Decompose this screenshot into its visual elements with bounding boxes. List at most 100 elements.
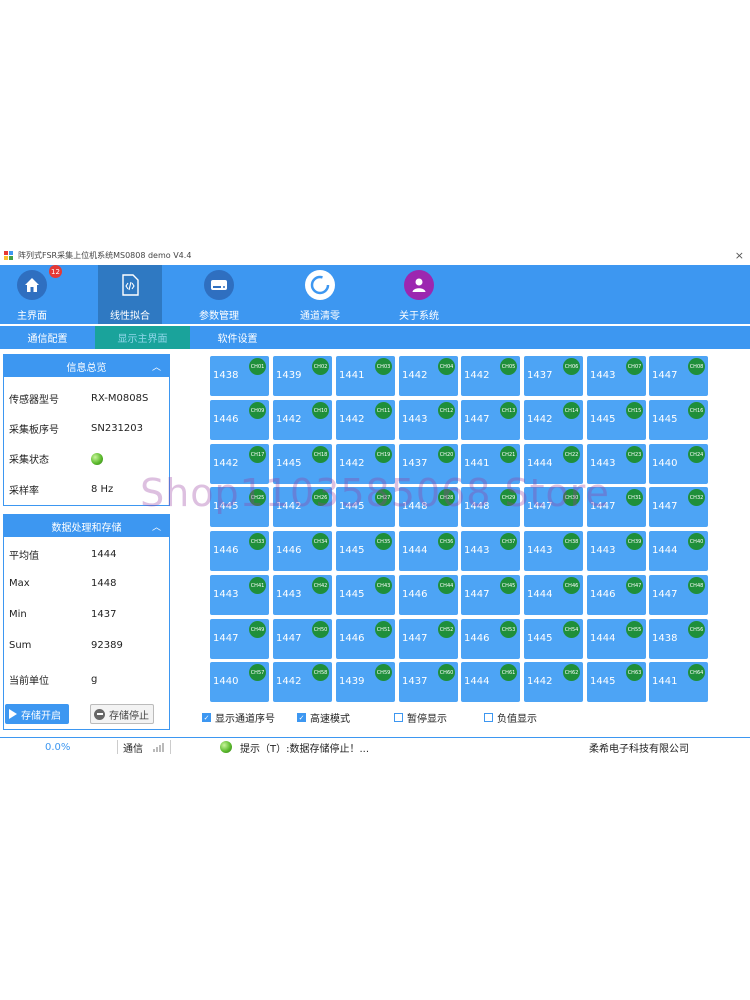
- channel-cell[interactable]: 1448 CH28: [399, 487, 458, 527]
- channel-cell[interactable]: 1442 CH11: [336, 400, 395, 440]
- channel-cell[interactable]: 1441 CH64: [649, 662, 708, 702]
- collapse-icon[interactable]: ︿: [152, 360, 161, 373]
- channel-cell[interactable]: 1441 CH21: [461, 444, 520, 484]
- channel-cell[interactable]: 1447 CH52: [399, 619, 458, 659]
- option-high-speed[interactable]: ✓ 高速模式: [297, 710, 350, 725]
- channel-cell[interactable]: 1446 CH34: [273, 531, 332, 571]
- channel-cell[interactable]: 1443 CH12: [399, 400, 458, 440]
- channel-cell[interactable]: 1445 CH15: [587, 400, 646, 440]
- channel-cell[interactable]: 1446 CH09: [210, 400, 269, 440]
- channel-cell[interactable]: 1448 CH29: [461, 487, 520, 527]
- channel-cell[interactable]: 1445 CH27: [336, 487, 395, 527]
- channel-cell[interactable]: 1445 CH25: [210, 487, 269, 527]
- channel-cell[interactable]: 1440 CH24: [649, 444, 708, 484]
- channel-cell[interactable]: 1443 CH42: [273, 575, 332, 615]
- toolbar-linear-fit-button[interactable]: 线性拟合: [98, 265, 162, 324]
- channel-index-badge: CH31: [626, 489, 643, 506]
- channel-cell[interactable]: 1443 CH41: [210, 575, 269, 615]
- company-name: 柔希电子科技有限公司: [589, 743, 689, 755]
- channel-cell[interactable]: 1440 CH57: [210, 662, 269, 702]
- channel-cell[interactable]: 1442 CH26: [273, 487, 332, 527]
- channel-cell[interactable]: 1441 CH03: [336, 356, 395, 396]
- channel-cell[interactable]: 1445 CH18: [273, 444, 332, 484]
- channel-cell[interactable]: 1442 CH62: [524, 662, 583, 702]
- channel-cell[interactable]: 1442 CH58: [273, 662, 332, 702]
- channel-cell[interactable]: 1446 CH44: [399, 575, 458, 615]
- channel-value: 1442: [527, 676, 553, 687]
- channel-cell[interactable]: 1438 CH01: [210, 356, 269, 396]
- app-logo-icon: [4, 251, 14, 260]
- channel-cell[interactable]: 1442 CH19: [336, 444, 395, 484]
- tab-software-settings[interactable]: 软件设置: [190, 326, 285, 349]
- toolbar-zero-button[interactable]: 通道清零: [288, 265, 352, 324]
- close-icon[interactable]: ×: [735, 249, 744, 262]
- tab-comm-config[interactable]: 通信配置: [0, 326, 95, 349]
- channel-cell[interactable]: 1437 CH20: [399, 444, 458, 484]
- channel-cell[interactable]: 1443 CH37: [461, 531, 520, 571]
- channel-index-badge: CH12: [438, 402, 455, 419]
- tab-main-display[interactable]: 显示主界面: [95, 326, 190, 349]
- info-panel-header[interactable]: 信息总览 ︿: [4, 355, 169, 377]
- channel-cell[interactable]: 1439 CH02: [273, 356, 332, 396]
- home-icon: [17, 270, 47, 300]
- channel-cell[interactable]: 1446 CH53: [461, 619, 520, 659]
- channel-value: 1445: [527, 633, 553, 644]
- channel-cell[interactable]: 1444 CH22: [524, 444, 583, 484]
- channel-cell[interactable]: 1442 CH14: [524, 400, 583, 440]
- checkbox-checked-icon[interactable]: ✓: [297, 713, 306, 722]
- channel-value: 1447: [402, 633, 428, 644]
- channel-index-badge: CH08: [688, 358, 705, 375]
- channel-value: 1443: [527, 545, 553, 556]
- collapse-icon[interactable]: ︿: [152, 520, 161, 533]
- data-panel-header[interactable]: 数据处理和存储 ︿: [4, 515, 169, 537]
- option-show-channel-index[interactable]: ✓ 显示通道序号: [202, 710, 275, 725]
- channel-cell[interactable]: 1446 CH47: [587, 575, 646, 615]
- checkbox-checked-icon[interactable]: ✓: [202, 713, 211, 722]
- channel-cell[interactable]: 1445 CH16: [649, 400, 708, 440]
- channel-cell[interactable]: 1447 CH31: [587, 487, 646, 527]
- channel-cell[interactable]: 1445 CH63: [587, 662, 646, 702]
- info-row-board-serial: 采集板序号 SN231203: [9, 421, 143, 436]
- toolbar-params-button[interactable]: 参数管理: [187, 265, 251, 324]
- channel-cell[interactable]: 1445 CH43: [336, 575, 395, 615]
- channel-cell[interactable]: 1447 CH48: [649, 575, 708, 615]
- toolbar-main-button[interactable]: 12 主界面: [0, 265, 64, 324]
- channel-cell[interactable]: 1443 CH23: [587, 444, 646, 484]
- channel-cell[interactable]: 1442 CH10: [273, 400, 332, 440]
- channel-cell[interactable]: 1447 CH49: [210, 619, 269, 659]
- channel-cell[interactable]: 1447 CH50: [273, 619, 332, 659]
- channel-cell[interactable]: 1445 CH35: [336, 531, 395, 571]
- storage-start-button[interactable]: 存储开启: [5, 704, 69, 724]
- checkbox-unchecked-icon[interactable]: [484, 713, 493, 722]
- channel-cell[interactable]: 1443 CH07: [587, 356, 646, 396]
- channel-cell[interactable]: 1443 CH39: [587, 531, 646, 571]
- storage-stop-button[interactable]: 存储停止: [90, 704, 154, 724]
- channel-cell[interactable]: 1442 CH04: [399, 356, 458, 396]
- channel-cell[interactable]: 1446 CH33: [210, 531, 269, 571]
- checkbox-unchecked-icon[interactable]: [394, 713, 403, 722]
- channel-cell[interactable]: 1437 CH06: [524, 356, 583, 396]
- channel-cell[interactable]: 1444 CH40: [649, 531, 708, 571]
- channel-value: 1443: [276, 589, 302, 600]
- option-negative-display[interactable]: 负值显示: [484, 710, 537, 725]
- channel-cell[interactable]: 1442 CH05: [461, 356, 520, 396]
- channel-cell[interactable]: 1445 CH54: [524, 619, 583, 659]
- channel-cell[interactable]: 1447 CH45: [461, 575, 520, 615]
- channel-cell[interactable]: 1439 CH59: [336, 662, 395, 702]
- channel-cell[interactable]: 1444 CH61: [461, 662, 520, 702]
- channel-cell[interactable]: 1444 CH55: [587, 619, 646, 659]
- channel-cell[interactable]: 1438 CH56: [649, 619, 708, 659]
- channel-cell[interactable]: 1447 CH32: [649, 487, 708, 527]
- channel-cell[interactable]: 1444 CH46: [524, 575, 583, 615]
- channel-cell[interactable]: 1442 CH17: [210, 444, 269, 484]
- channel-index-badge: CH54: [563, 621, 580, 638]
- channel-cell[interactable]: 1437 CH60: [399, 662, 458, 702]
- option-pause-display[interactable]: 暂停显示: [394, 710, 447, 725]
- toolbar-about-button[interactable]: 关于系统: [387, 265, 451, 324]
- channel-cell[interactable]: 1444 CH36: [399, 531, 458, 571]
- channel-cell[interactable]: 1447 CH30: [524, 487, 583, 527]
- channel-cell[interactable]: 1446 CH51: [336, 619, 395, 659]
- channel-cell[interactable]: 1447 CH08: [649, 356, 708, 396]
- channel-cell[interactable]: 1443 CH38: [524, 531, 583, 571]
- channel-cell[interactable]: 1447 CH13: [461, 400, 520, 440]
